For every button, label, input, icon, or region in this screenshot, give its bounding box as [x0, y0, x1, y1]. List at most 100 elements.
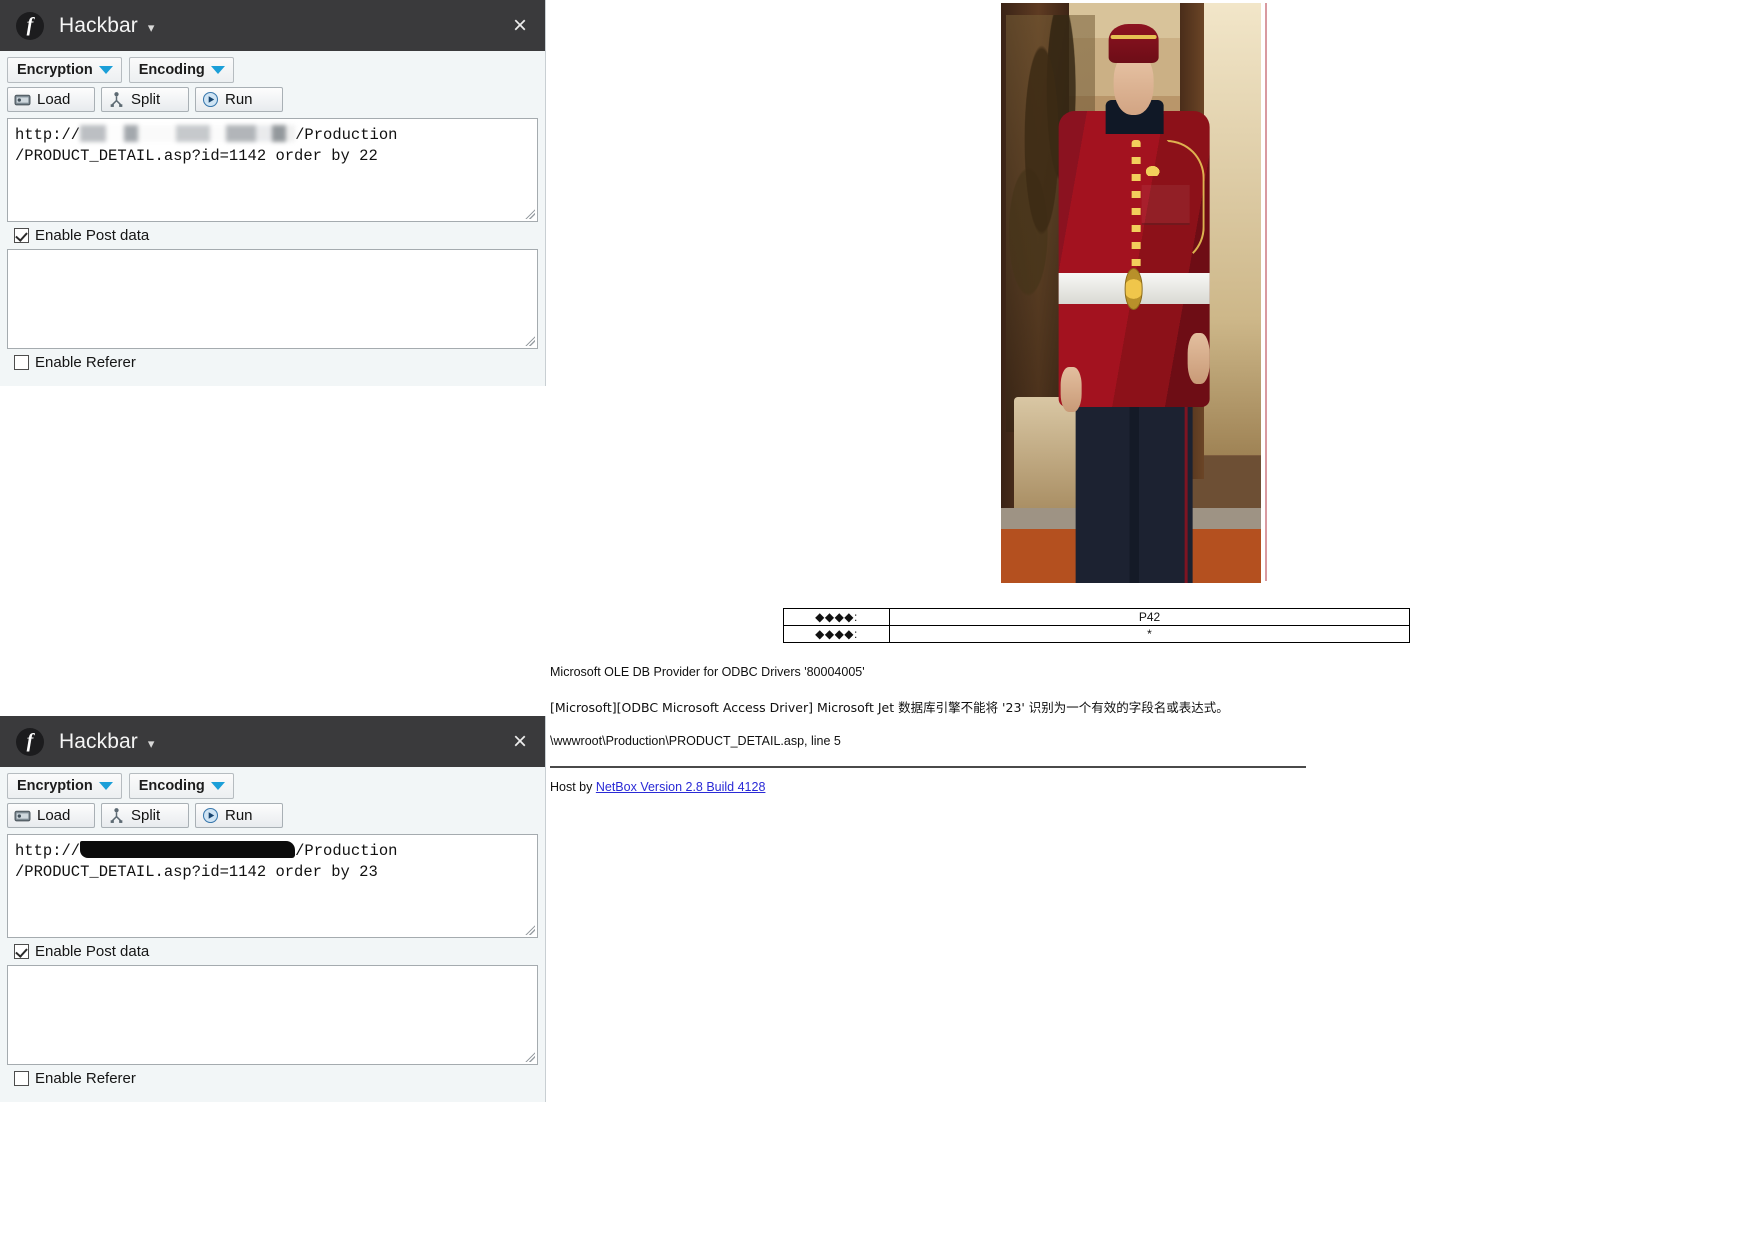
panel-tail	[7, 1092, 538, 1102]
hackbar-logo-icon: f	[16, 727, 44, 756]
hackbar-panel-top: f Hackbar ▾ × Encryption Encoding Load S…	[0, 0, 546, 386]
enable-post-data-label: Enable Post data	[35, 227, 150, 244]
spec-label: ◆◆◆◆:	[783, 625, 890, 643]
photo-figure	[1049, 15, 1221, 583]
run-button[interactable]: Run	[195, 87, 283, 112]
chevron-down-icon[interactable]: ▾	[148, 21, 155, 34]
figure-cap	[1108, 23, 1159, 64]
hackbar-action-row: Load Split Run	[7, 87, 538, 112]
error-provider-line: Microsoft OLE DB Provider for ODBC Drive…	[550, 665, 865, 679]
split-button-label: Split	[131, 91, 161, 108]
redacted-host	[80, 125, 296, 142]
figure-left-hand	[1060, 366, 1082, 413]
figure-belt-buckle	[1124, 268, 1144, 311]
table-row: ◆◆◆◆: *	[783, 625, 1410, 643]
enable-referer-label: Enable Referer	[35, 1070, 136, 1087]
netbox-link[interactable]: NetBox Version 2.8 Build 4128	[596, 780, 766, 794]
table-row: ◆◆◆◆: P42	[783, 608, 1410, 626]
run-button-label: Run	[225, 91, 253, 108]
run-icon	[202, 91, 219, 108]
product-image	[1001, 3, 1267, 583]
divider	[550, 766, 1306, 768]
enable-referer-row[interactable]: Enable Referer	[7, 1065, 538, 1092]
hackbar-title: Hackbar	[59, 729, 138, 753]
url-resize-handle[interactable]	[524, 208, 535, 219]
load-icon	[14, 94, 31, 106]
hackbar-action-row: Load Split Run	[7, 803, 538, 828]
enable-post-data-checkbox[interactable]	[14, 944, 29, 959]
hackbar-dropdown-row: Encryption Encoding	[7, 773, 538, 799]
encoding-dropdown[interactable]: Encoding	[128, 57, 234, 83]
load-button-label: Load	[37, 91, 71, 108]
hackbar-titlebar: f Hackbar ▾ ×	[0, 0, 545, 51]
figure-buttons	[1131, 139, 1141, 277]
encryption-dropdown[interactable]: Encryption	[7, 57, 122, 83]
chevron-down-icon[interactable]: ▾	[148, 737, 155, 750]
url-prefix: http://	[15, 842, 81, 860]
load-icon	[14, 810, 31, 822]
split-button-label: Split	[131, 807, 161, 824]
spec-value: P42	[889, 608, 1410, 626]
url-input[interactable]: http:///Production /PRODUCT_DETAIL.asp?i…	[7, 118, 538, 222]
run-icon	[202, 807, 219, 824]
product-spec-table: ◆◆◆◆: P42 ◆◆◆◆: *	[783, 608, 1410, 643]
chevron-down-icon	[210, 66, 225, 74]
product-photo	[1001, 3, 1261, 583]
enable-referer-label: Enable Referer	[35, 354, 136, 371]
enable-referer-row[interactable]: Enable Referer	[7, 349, 538, 376]
chevron-down-icon	[98, 782, 113, 790]
close-icon[interactable]: ×	[509, 729, 531, 754]
chevron-down-icon	[98, 66, 113, 74]
browser-page-content: ◆◆◆◆: P42 ◆◆◆◆: * Microsoft OLE DB Provi…	[546, 0, 1756, 1234]
url-prefix: http://	[15, 126, 81, 144]
hackbar-panel-bottom: f Hackbar ▾ × Encryption Encoding Load S…	[0, 716, 546, 1102]
encoding-dropdown-label: Encoding	[138, 62, 205, 78]
post-data-resize-handle[interactable]	[524, 335, 535, 346]
enable-post-data-row[interactable]: Enable Post data	[7, 938, 538, 965]
hackbar-title: Hackbar	[59, 13, 138, 37]
hackbar-body: Encryption Encoding Load Split Run http:…	[0, 767, 545, 1102]
post-data-input[interactable]	[7, 965, 538, 1065]
url-resize-handle[interactable]	[524, 924, 535, 935]
redacted-host	[80, 841, 296, 858]
hackbar-logo-icon: f	[16, 11, 44, 40]
enable-referer-checkbox[interactable]	[14, 355, 29, 370]
load-button-label: Load	[37, 807, 71, 824]
split-button[interactable]: Split	[101, 87, 189, 112]
enable-post-data-row[interactable]: Enable Post data	[7, 222, 538, 249]
host-footer-prefix: Host by	[550, 780, 596, 794]
split-button[interactable]: Split	[101, 803, 189, 828]
enable-post-data-label: Enable Post data	[35, 943, 150, 960]
figure-aiguillette	[1167, 139, 1205, 265]
figure-right-hand	[1187, 332, 1210, 385]
encryption-dropdown[interactable]: Encryption	[7, 773, 122, 799]
host-footer: Host by NetBox Version 2.8 Build 4128	[550, 780, 1750, 794]
encoding-dropdown-label: Encoding	[138, 778, 205, 794]
figure-cap-trim	[1110, 35, 1157, 40]
asp-error-block: Microsoft OLE DB Provider for ODBC Drive…	[550, 665, 1750, 794]
encryption-dropdown-label: Encryption	[17, 62, 93, 78]
url-input[interactable]: http:///Production /PRODUCT_DETAIL.asp?i…	[7, 834, 538, 938]
split-icon	[110, 92, 123, 107]
close-icon[interactable]: ×	[509, 13, 531, 38]
spec-value: *	[889, 625, 1410, 643]
post-data-input[interactable]	[7, 249, 538, 349]
chevron-down-icon	[210, 782, 225, 790]
enable-post-data-checkbox[interactable]	[14, 228, 29, 243]
screen-root: f Hackbar ▾ × Encryption Encoding Load S…	[0, 0, 1756, 1234]
run-button[interactable]: Run	[195, 803, 283, 828]
load-button[interactable]: Load	[7, 87, 95, 112]
figure-crest	[1144, 165, 1161, 177]
encoding-dropdown[interactable]: Encoding	[128, 773, 234, 799]
hackbar-titlebar: f Hackbar ▾ ×	[0, 716, 545, 767]
post-data-resize-handle[interactable]	[524, 1051, 535, 1062]
spec-label: ◆◆◆◆:	[783, 608, 890, 626]
split-icon	[110, 808, 123, 823]
hackbar-body: Encryption Encoding Load Split Run http:…	[0, 51, 545, 386]
run-button-label: Run	[225, 807, 253, 824]
encryption-dropdown-label: Encryption	[17, 778, 93, 794]
error-detail-line: [Microsoft][ODBC Microsoft Access Driver…	[550, 700, 1229, 715]
enable-referer-checkbox[interactable]	[14, 1071, 29, 1086]
load-button[interactable]: Load	[7, 803, 95, 828]
error-file-line: \wwwroot\Production\PRODUCT_DETAIL.asp, …	[550, 734, 841, 748]
